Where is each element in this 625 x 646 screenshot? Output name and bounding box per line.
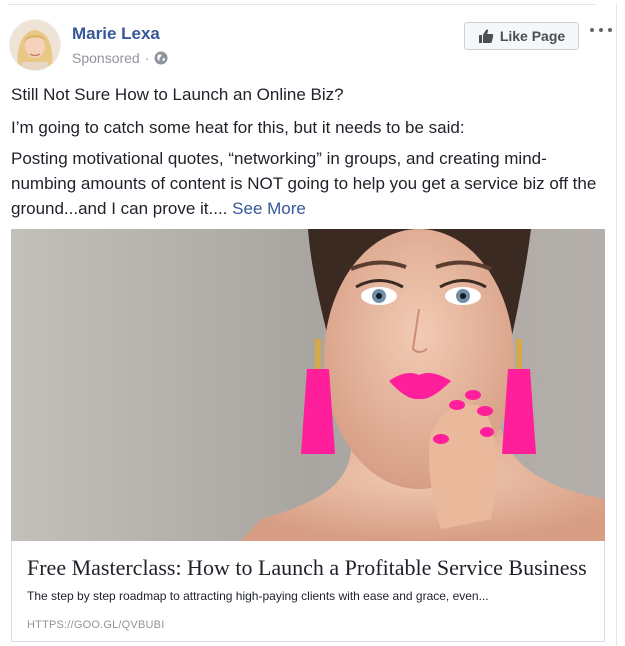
dot [599,28,603,32]
author-name[interactable]: Marie Lexa [72,24,160,44]
see-more-link[interactable]: See More [232,199,306,218]
like-page-label: Like Page [499,28,566,44]
divider [616,4,617,646]
link-preview[interactable]: Free Masterclass: How to Launch a Profit… [11,541,605,642]
like-page-button[interactable]: Like Page [464,22,579,50]
link-url: HTTPS://GOO.GL/QVBUBI [27,619,165,631]
post-meta: Sponsored · [72,50,168,66]
avatar[interactable] [10,20,60,70]
thumbs-up-icon [478,29,494,43]
link-title[interactable]: Free Masterclass: How to Launch a Profit… [27,555,587,581]
sponsored-label[interactable]: Sponsored [72,50,140,66]
link-description: The step by step roadmap to attracting h… [27,589,489,603]
globe-icon[interactable] [154,51,168,65]
dot [590,28,594,32]
sponsored-post: Marie Lexa Sponsored · Like Page Still N… [0,0,625,646]
ad-image[interactable] [11,229,605,541]
post-text-body: Posting motivational quotes, “networking… [11,146,605,221]
divider [8,4,595,5]
post-text-line: I’m going to catch some heat for this, b… [11,118,465,137]
more-options-icon[interactable] [590,22,612,38]
post-headline: Still Not Sure How to Launch an Online B… [11,85,344,104]
dot [608,28,612,32]
meta-separator: · [144,50,150,66]
